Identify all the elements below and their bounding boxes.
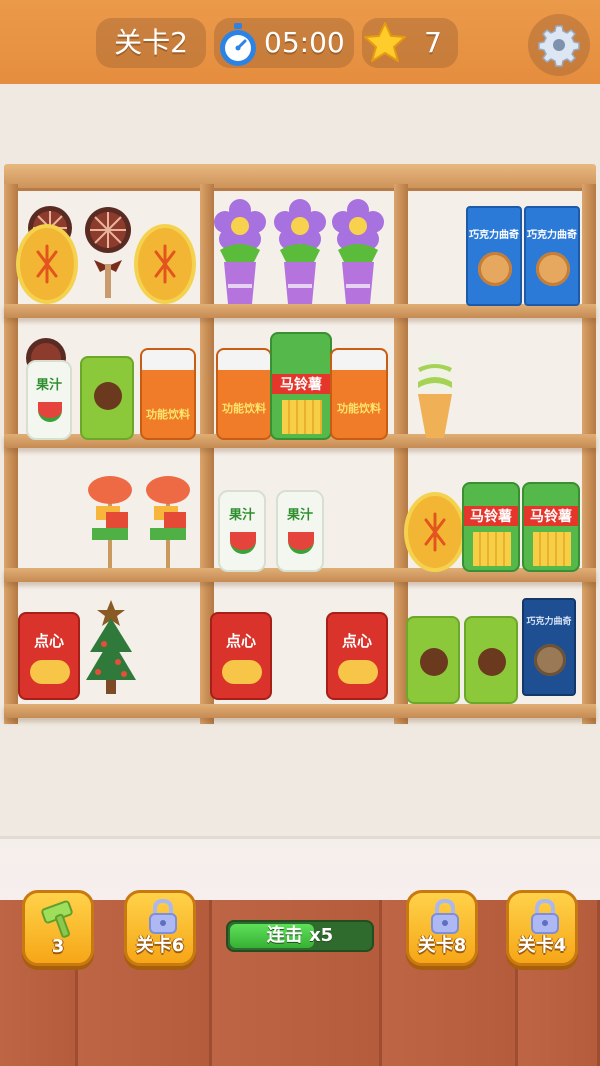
sports-drink[interactable]: 功能饮料 [140, 348, 196, 440]
sports-drink[interactable]: 功能饮料 [330, 348, 388, 440]
fries-bag[interactable]: 马铃薯 [462, 482, 520, 572]
star-icon [364, 22, 406, 62]
cantaloupe[interactable] [402, 490, 468, 574]
hammer-powerup-button[interactable]: 3 [22, 890, 94, 966]
snack-bag[interactable]: 点心 [18, 612, 80, 700]
fries-bag[interactable]: 马铃薯 [522, 482, 580, 572]
baseboard [0, 836, 600, 900]
locked-level-button[interactable]: 关卡6 [124, 890, 196, 966]
skewer[interactable] [84, 472, 136, 570]
honey-jar[interactable] [80, 356, 134, 440]
cantaloupe[interactable] [132, 222, 198, 306]
skewer[interactable] [142, 472, 194, 570]
locked-level-label: 关卡8 [417, 935, 467, 956]
cantaloupe[interactable] [14, 222, 80, 306]
snack-bag[interactable]: 点心 [210, 612, 272, 700]
cookie-box[interactable]: 巧克力曲奇 [466, 206, 522, 306]
fries-bag[interactable]: 马铃薯 [270, 332, 332, 440]
locked-level-label: 关卡4 [517, 935, 567, 956]
lollipop[interactable] [80, 204, 136, 300]
combo-label: 连击 x5 [266, 925, 334, 946]
juice-can[interactable]: 果汁 [276, 490, 324, 572]
locked-level-button[interactable]: 关卡8 [406, 890, 478, 966]
honey-jar[interactable] [406, 616, 460, 704]
combo-meter: 连击 x5 [226, 920, 374, 952]
gear-icon [538, 25, 580, 67]
cookie-box[interactable]: 巧克力曲奇 [522, 598, 576, 696]
snack-bag[interactable]: 点心 [326, 612, 388, 700]
juice-can[interactable]: 果汁 [26, 360, 72, 440]
level-label: 关卡2 [96, 18, 206, 68]
lock-icon [431, 899, 459, 934]
potted-flower[interactable] [270, 196, 330, 306]
cookie-box[interactable]: 巧克力曲奇 [524, 206, 580, 306]
ice-cream-cone[interactable] [410, 342, 460, 442]
hammer-icon [41, 900, 73, 938]
juice-can[interactable]: 果汁 [218, 490, 266, 572]
settings-button[interactable] [528, 14, 590, 76]
lock-icon [149, 899, 177, 934]
locked-level-label: 关卡6 [135, 935, 185, 956]
stopwatch-icon [220, 23, 256, 66]
christmas-tree[interactable] [82, 596, 140, 696]
potted-flower[interactable] [328, 196, 388, 306]
potted-flower[interactable] [210, 196, 270, 306]
hammer-count: 3 [51, 936, 65, 957]
sports-drink[interactable]: 功能饮料 [216, 348, 272, 440]
locked-level-button[interactable]: 关卡4 [506, 890, 578, 966]
lock-icon [531, 899, 559, 934]
honey-jar[interactable] [464, 616, 518, 704]
